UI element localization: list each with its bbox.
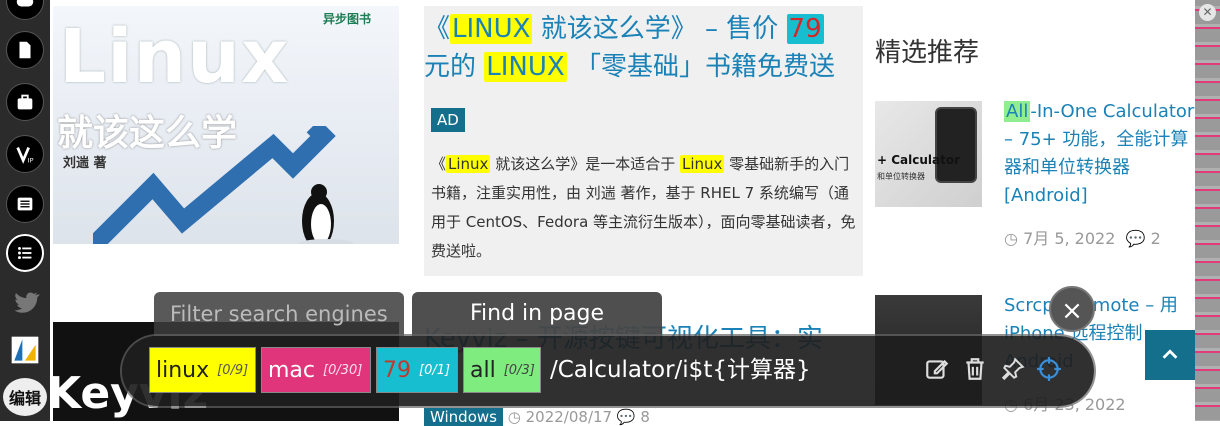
recommend-date: 7月 5, 2022 <box>1023 229 1116 248</box>
list-box-icon[interactable] <box>6 185 44 223</box>
chip-term: 79 <box>383 357 411 383</box>
close-search-overlay-button[interactable]: × <box>1049 286 1095 332</box>
search-chip-79[interactable]: 79 [0/1] <box>376 347 458 393</box>
thumb-sub: 和单位转换器 <box>877 172 925 181</box>
close-icon[interactable]: ✕ <box>1199 4 1216 21</box>
post-date: 2022/08/17 <box>525 408 613 426</box>
search-query-input[interactable]: /Calculator/i$t{计算器} <box>550 347 811 393</box>
gamepad-icon[interactable] <box>6 0 44 20</box>
chip-count: [0/9] <box>217 362 249 378</box>
comment-count: 8 <box>640 408 650 426</box>
comment-icon: 💬 <box>616 408 636 426</box>
highlight-linux[interactable]: LINUX <box>484 52 567 82</box>
recommend-thumb[interactable]: + Calculator 和单位转换器 <box>875 101 982 207</box>
chip-term: linux <box>156 357 210 383</box>
chip-term: mac <box>268 357 316 383</box>
comment-icon: 💬 <box>1125 229 1146 248</box>
image-title: Linux <box>59 14 290 100</box>
publisher-logo: 异步图书 <box>323 12 372 26</box>
featured-description: 《 Linux 就该这么学》是一本适合于 Linux 零基础新手的入门书籍，注重实… <box>431 150 856 266</box>
chip-count: [0/30] <box>323 362 363 378</box>
search-chip-linux[interactable]: linux [0/9] <box>149 347 256 393</box>
category-tag[interactable]: Windows <box>424 408 503 426</box>
search-chip-all[interactable]: all [0/3] <box>463 347 541 393</box>
recommend-title-text[interactable]: -In-One Calculator – 75+ 功能，全能计算器和单位转换器[… <box>1004 101 1194 206</box>
trash-icon[interactable] <box>960 354 990 384</box>
chip-count: [0/3] <box>503 362 535 378</box>
title-text[interactable]: 《 <box>424 14 450 44</box>
recommend-meta: ◷ 7月 5, 2022 💬 2 <box>1004 225 1161 249</box>
highlight-linux: Linux <box>446 155 491 173</box>
recommend-heading: 精选推荐 <box>875 38 980 68</box>
filter-search-engines-input[interactable]: Filter search engines <box>154 292 404 336</box>
crosshair-icon[interactable] <box>1034 354 1064 384</box>
highlight-linux: Linux <box>679 155 725 173</box>
pin-icon[interactable] <box>998 354 1028 384</box>
clock-icon: ◷ <box>507 408 521 426</box>
scrollbar-markers[interactable] <box>1195 0 1220 421</box>
comment-count: 2 <box>1150 229 1161 248</box>
list-icon[interactable] <box>6 234 44 272</box>
document-icon[interactable] <box>6 31 44 69</box>
scroll-to-top-button[interactable] <box>1145 330 1195 380</box>
thumb-label: + Calculator <box>877 153 961 167</box>
highlight-79[interactable]: 79 <box>786 14 824 44</box>
twitter-icon[interactable] <box>6 283 44 321</box>
desc-text: 《 <box>431 155 447 173</box>
desc-text: 就该这么学》是一本适合于 <box>490 155 680 173</box>
vip-icon[interactable]: IP <box>6 135 44 173</box>
edit-icon[interactable] <box>922 354 952 384</box>
title-text[interactable]: 就该这么学》 – 售价 <box>532 14 786 44</box>
featured-image[interactable]: 异步图书 Linux 就该这么学 刘遄 著 <box>53 6 399 244</box>
search-chip-mac[interactable]: mac [0/30] <box>261 347 371 393</box>
featured-title[interactable]: 《LINUX 就该这么学》 – 售价 79 元的 LINUX 「零基础」书籍免费送 <box>424 10 869 86</box>
edit-button[interactable]: 编辑 <box>3 378 47 416</box>
search-bar: linux [0/9] mac [0/30] 79 [0/1] all [0/3] /C… <box>122 336 1094 406</box>
title-text[interactable]: 元的 <box>424 52 484 82</box>
ad-badge: AD <box>431 108 465 132</box>
clock-icon: ◷ <box>1004 229 1018 248</box>
second-post-meta: Windows ◷ 2022/08/17 💬 8 <box>424 408 650 426</box>
highlight-linux[interactable]: LINUX <box>450 14 533 44</box>
chip-count: [0/1] <box>419 362 451 378</box>
image-subtitle: 就该这么学 <box>57 113 238 154</box>
app-logo-icon[interactable] <box>6 331 44 369</box>
title-text[interactable]: 「零基础」书籍免费送 <box>567 52 835 82</box>
chip-term: all <box>470 357 496 383</box>
sidebar: IP 编辑 <box>0 0 50 421</box>
briefcase-icon[interactable] <box>6 83 44 121</box>
svg-text:IP: IP <box>28 156 34 164</box>
image-author: 刘遄 著 <box>63 156 107 171</box>
find-in-page-tab[interactable]: Find in page <box>412 292 662 336</box>
recommend-title[interactable]: All -In-One Calculator – 75+ 功能，全能计算器和单位转… <box>1004 98 1204 210</box>
highlight-all[interactable]: All <box>1004 101 1031 122</box>
phone-image <box>935 107 977 183</box>
